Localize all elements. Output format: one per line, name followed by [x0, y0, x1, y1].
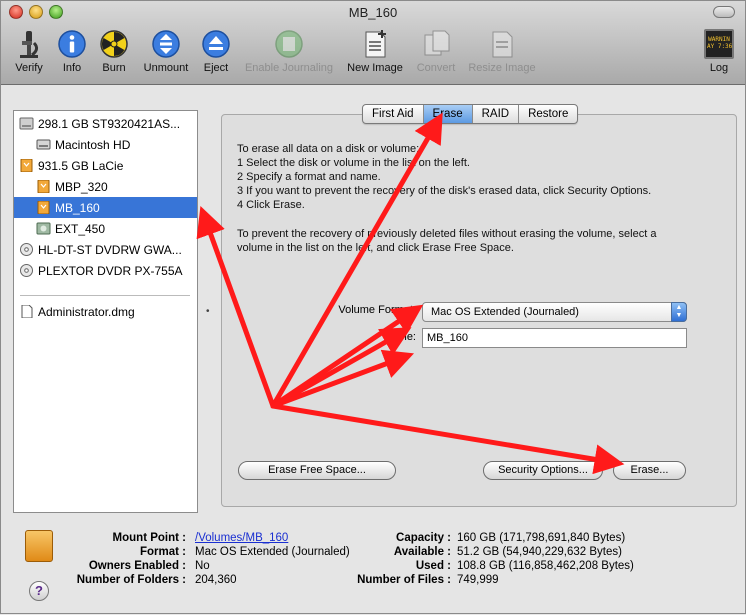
device-row-lacie[interactable]: 931.5 GB LaCie — [14, 155, 197, 176]
info-label: Used : — [415, 560, 451, 572]
volume-format-select[interactable]: Mac OS Extended (Journaled) ▲ ▼ — [422, 302, 687, 322]
volume-row-mb-160[interactable]: MB_160 — [14, 197, 197, 218]
erase-button[interactable]: Erase... — [613, 461, 686, 480]
unmount-button[interactable]: Unmount — [139, 29, 193, 79]
external-volume-icon — [36, 200, 51, 215]
info-button[interactable]: Info — [57, 29, 87, 79]
log-button[interactable]: WARNIN AY 7:36 Log — [703, 29, 735, 79]
info-value: Mac OS Extended (Journaled) — [195, 546, 350, 558]
external-volume-icon — [36, 222, 51, 235]
volume-icon — [36, 138, 51, 151]
info-value: 204,360 — [195, 574, 237, 586]
mount-point-link[interactable]: /Volumes/MB_160 — [195, 532, 288, 544]
device-list[interactable]: 298.1 GB ST9320421AS... Macintosh HD 931… — [13, 110, 198, 513]
info-label: Mount Point : — [112, 532, 186, 544]
external-volume-icon — [36, 179, 51, 194]
optical-drive-icon — [19, 264, 34, 277]
help-button[interactable]: ? — [29, 581, 49, 601]
toolbar-toggle-button[interactable] — [713, 6, 735, 18]
free-space-note-line: To prevent the recovery of previously de… — [237, 228, 657, 240]
device-row-hl-dt-st[interactable]: HL-DT-ST DVDRW GWA... — [14, 239, 197, 260]
info-value: 749,999 — [457, 574, 499, 586]
eject-icon — [201, 29, 231, 59]
new-image-icon — [360, 29, 390, 59]
volume-row-macintosh-hd[interactable]: Macintosh HD — [14, 134, 197, 155]
tab-erase[interactable]: Erase — [423, 105, 473, 123]
info-value: 160 GB (171,798,691,840 Bytes) — [457, 532, 626, 544]
info-value: 51.2 GB (54,940,229,632 Bytes) — [457, 546, 622, 558]
info-label: Owners Enabled : — [88, 560, 186, 572]
burn-icon — [99, 29, 129, 59]
erase-free-space-button[interactable]: Erase Free Space... — [238, 461, 396, 480]
disk-utility-window: MB_160 Verify Info Burn Unmount Eject En… — [0, 0, 746, 614]
resize-image-button[interactable]: Resize Image — [465, 29, 539, 79]
volume-format-label: Volume Format: — [338, 304, 416, 316]
optical-drive-icon — [19, 243, 34, 256]
name-label: Name: — [383, 331, 416, 343]
image-row-administrator-dmg[interactable]: Administrator.dmg — [14, 301, 197, 322]
info-label: Format : — [140, 546, 186, 558]
disk-image-icon — [19, 304, 34, 319]
window-title: MB_160 — [348, 5, 398, 20]
volume-row-ext-450[interactable]: EXT_450 — [14, 218, 197, 239]
unmount-icon — [151, 29, 181, 59]
device-row-st9320421as[interactable]: 298.1 GB ST9320421AS... — [14, 113, 197, 134]
new-image-button[interactable]: New Image — [344, 29, 406, 79]
volume-row-mbp-320[interactable]: MBP_320 — [14, 176, 197, 197]
info-icon — [57, 29, 87, 59]
instruction-line: 3 If you want to prevent the recovery of… — [237, 185, 652, 197]
free-space-note-line: volume in the list on the left, and clic… — [237, 242, 514, 254]
enable-journaling-button[interactable]: Enable Journaling — [241, 29, 337, 79]
info-label: Available : — [393, 546, 451, 558]
external-disk-icon — [19, 158, 34, 173]
tab-bar: First Aid Erase RAID Restore — [362, 104, 579, 124]
select-stepper-icon: ▲ ▼ — [671, 302, 687, 322]
info-value: No — [195, 560, 210, 572]
list-divider — [20, 295, 190, 296]
title-toolbar: MB_160 Verify Info Burn Unmount Eject En… — [1, 1, 745, 85]
info-value: 108.8 GB (116,858,462,208 Bytes) — [457, 560, 634, 572]
hard-disk-icon — [19, 117, 34, 130]
burn-button[interactable]: Burn — [98, 29, 130, 79]
journaling-icon — [274, 29, 304, 59]
info-label: Number of Folders : — [76, 574, 186, 586]
convert-icon — [421, 29, 451, 59]
verify-button[interactable]: Verify — [9, 29, 49, 79]
microscope-icon — [14, 29, 44, 59]
tab-first-aid[interactable]: First Aid — [363, 105, 424, 123]
security-options-button[interactable]: Security Options... — [483, 461, 603, 480]
info-label: Number of Files : — [357, 574, 451, 586]
tab-raid[interactable]: RAID — [473, 105, 520, 123]
instruction-line: 4 Click Erase. — [237, 199, 305, 211]
log-icon: WARNIN AY 7:36 — [704, 29, 734, 59]
eject-button[interactable]: Eject — [201, 29, 231, 79]
info-label: Capacity : — [396, 532, 451, 544]
resize-image-icon — [487, 29, 517, 59]
device-row-plextor[interactable]: PLEXTOR DVDR PX-755A — [14, 260, 197, 281]
tab-restore[interactable]: Restore — [519, 105, 577, 123]
instruction-line: 1 Select the disk or volume in the list … — [237, 157, 470, 169]
convert-button[interactable]: Convert — [413, 29, 459, 79]
volume-name-input[interactable]: MB_160 — [422, 328, 687, 348]
instruction-line: 2 Specify a format and name. — [237, 171, 381, 183]
instruction-line: To erase all data on a disk or volume: — [237, 143, 420, 155]
splitter-handle[interactable]: • — [206, 306, 210, 317]
